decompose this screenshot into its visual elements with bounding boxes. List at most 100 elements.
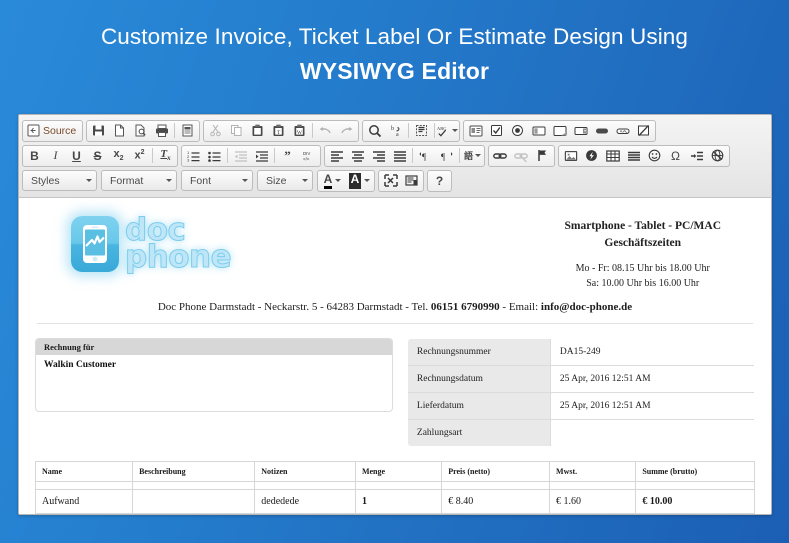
text-direction-rtl-button[interactable]: ¶ <box>436 146 457 166</box>
image-button-button[interactable] <box>612 121 633 141</box>
company-tagline: Smartphone - Tablet - PC/MAC <box>564 220 721 232</box>
italic-button[interactable]: I <box>45 146 66 166</box>
div-container-button[interactable]: DIV </> <box>298 146 319 166</box>
size-dropdown-label: Size <box>266 174 287 187</box>
bill-to-customer: Walkin Customer <box>44 360 117 371</box>
checkbox-button[interactable] <box>486 121 507 141</box>
button-field-button[interactable] <box>591 121 612 141</box>
form-button[interactable] <box>465 121 486 141</box>
source-button[interactable]: Source <box>24 121 81 141</box>
smiley-button[interactable] <box>644 146 665 166</box>
superscript-button[interactable]: x2 <box>129 146 150 166</box>
chevron-down-icon <box>302 179 308 182</box>
bill-to-box: Rechnung für Walkin Customer <box>35 338 393 413</box>
page-break-button[interactable] <box>686 146 707 166</box>
radio-button[interactable] <box>507 121 528 141</box>
font-dropdown-label: Font <box>190 174 212 187</box>
unlink-button[interactable] <box>511 146 532 166</box>
svg-text:b: b <box>391 126 394 132</box>
align-center-button[interactable] <box>347 146 368 166</box>
text-field-button[interactable] <box>528 121 549 141</box>
strikethrough-button[interactable]: S <box>87 146 108 166</box>
text-color-button[interactable]: A <box>319 171 346 191</box>
editor-canvas[interactable]: doc phone Smartphone - Tablet - PC/MAC G… <box>19 198 771 514</box>
toolbar-group-tools <box>378 169 424 192</box>
format-dropdown[interactable]: Format <box>101 170 177 191</box>
styles-dropdown-label: Styles <box>31 174 60 187</box>
toolbar-group-forms <box>463 119 657 142</box>
align-left-button[interactable] <box>326 146 347 166</box>
background-color-button[interactable]: A <box>346 171 373 191</box>
paste-from-word-button[interactable]: W <box>289 121 310 141</box>
bold-button[interactable]: B <box>24 146 45 166</box>
table-row: Rechnungsdatum 25 Apr, 2016 12:51 AM <box>407 365 754 394</box>
spellcheck-button[interactable]: ABC <box>437 121 459 141</box>
toolbar-row-2: B I U S x2 x2 Tx 123 ” DIV </> ¶ ¶ 語 Ω <box>22 143 769 168</box>
image-button[interactable] <box>560 146 581 166</box>
spacer-cell <box>132 481 256 491</box>
iframe-globe-button[interactable] <box>707 146 728 166</box>
select-all-button[interactable] <box>411 121 432 141</box>
bulleted-list-button[interactable] <box>204 146 225 166</box>
new-page-button[interactable] <box>109 121 130 141</box>
cell-item-price-net: € 8.40 <box>441 489 551 514</box>
about-button[interactable]: ? <box>429 171 450 191</box>
table-button[interactable] <box>602 146 623 166</box>
invoice-header: doc phone Smartphone - Tablet - PC/MAC G… <box>35 210 755 291</box>
column-header-name: Name <box>34 461 134 483</box>
templates-button[interactable] <box>177 121 198 141</box>
language-button[interactable]: 語 <box>462 146 483 166</box>
page-banner: Customize Invoice, Ticket Label Or Estim… <box>0 0 789 85</box>
anchor-flag-button[interactable] <box>532 146 553 166</box>
increase-indent-button[interactable] <box>251 146 272 166</box>
numbered-list-button[interactable]: 123 <box>183 146 204 166</box>
toolbar-group-search: ba ABC <box>362 119 461 142</box>
toolbar-group-align: ¶ ¶ 語 <box>324 144 485 167</box>
redo-button[interactable] <box>336 121 357 141</box>
spacer-cell <box>34 481 134 491</box>
cell-item-tax: € 1.60 <box>549 489 637 514</box>
styles-dropdown[interactable]: Styles <box>22 170 97 191</box>
horizontal-rule-button[interactable] <box>623 146 644 166</box>
align-justify-button[interactable] <box>389 146 410 166</box>
paste-button[interactable] <box>247 121 268 141</box>
spacer-cell <box>635 481 755 491</box>
bill-to-header: Rechnung für <box>36 339 392 356</box>
address-middle: - Email: <box>499 301 541 314</box>
font-dropdown[interactable]: Font <box>181 170 253 191</box>
toolbar-group-colors: A A <box>317 169 375 192</box>
line-items-table: Name Beschreibung Notizen Menge Preis (n… <box>34 461 755 514</box>
paste-text-button[interactable]: T <box>268 121 289 141</box>
text-direction-ltr-button[interactable]: ¶ <box>415 146 436 166</box>
save-button[interactable] <box>88 121 109 141</box>
link-button[interactable] <box>490 146 511 166</box>
align-right-button[interactable] <box>368 146 389 166</box>
print-button[interactable] <box>151 121 172 141</box>
copy-button[interactable] <box>226 121 247 141</box>
invoice-meta-row: Rechnung für Walkin Customer Rechnungsnu… <box>35 338 755 448</box>
blockquote-button[interactable]: ” <box>277 146 298 166</box>
table-header-row: Name Beschreibung Notizen Menge Preis (n… <box>34 461 755 483</box>
decrease-indent-button[interactable] <box>230 146 251 166</box>
size-dropdown[interactable]: Size <box>257 170 313 191</box>
show-blocks-button[interactable] <box>401 171 422 191</box>
text-color-label: A <box>323 173 333 189</box>
undo-button[interactable] <box>315 121 336 141</box>
textarea-button[interactable] <box>549 121 570 141</box>
payment-method-value <box>549 419 754 447</box>
hidden-field-button[interactable] <box>633 121 654 141</box>
replace-button[interactable]: ba <box>385 121 406 141</box>
flash-button[interactable] <box>581 146 602 166</box>
cut-button[interactable] <box>205 121 226 141</box>
underline-button[interactable]: U <box>66 146 87 166</box>
maximize-button[interactable] <box>380 171 401 191</box>
spacer-cell <box>354 481 443 491</box>
select-field-button[interactable] <box>570 121 591 141</box>
special-char-button[interactable]: Ω <box>665 146 686 166</box>
find-button[interactable] <box>364 121 385 141</box>
invoice-details-table: Rechnungsnummer DA15-249 Rechnungsdatum … <box>406 338 755 448</box>
remove-format-button[interactable]: Tx <box>155 146 176 166</box>
address-prefix: Doc Phone Darmstadt - Neckarstr. 5 - 642… <box>157 301 431 314</box>
preview-button[interactable] <box>130 121 151 141</box>
subscript-button[interactable]: x2 <box>108 146 129 166</box>
